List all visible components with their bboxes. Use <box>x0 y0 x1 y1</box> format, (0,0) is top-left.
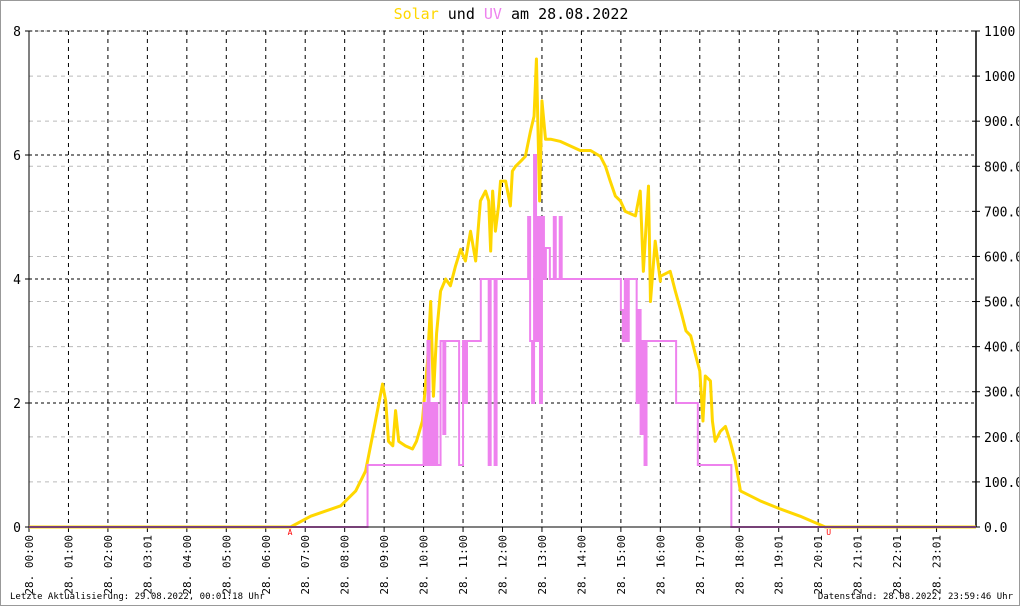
x-tick-label: 28. 00:00 <box>23 535 36 595</box>
right-tick-label: 800.0 <box>984 160 1020 175</box>
x-tick-label: 28. 19:01 <box>773 535 786 595</box>
right-tick-label: 400.0 <box>984 341 1020 356</box>
right-tick-label: 900.0 <box>984 115 1020 130</box>
right-tick-label: 200.0 <box>984 431 1020 446</box>
right-tick-label: 600.0 <box>984 250 1020 265</box>
x-tick-label: 28. 22:01 <box>891 535 904 595</box>
x-tick-label: 28. 14:00 <box>575 535 588 595</box>
x-tick-label: 28. 23:01 <box>931 535 944 595</box>
x-tick-label: 28. 09:00 <box>378 535 391 595</box>
x-tick-label: 28. 03:01 <box>141 535 154 595</box>
x-tick-label: 28. 11:00 <box>457 535 470 595</box>
right-tick-label: 1100 <box>984 25 1015 40</box>
x-tick-label: 28. 16:00 <box>654 535 667 595</box>
left-tick-label: 0 <box>13 521 21 536</box>
chart-window: Solar und UV am 28.08.2022 0.0 100.0 200.0… <box>0 0 1020 606</box>
right-tick-label: 1000 <box>984 70 1015 85</box>
left-tick-label: 6 <box>13 149 21 164</box>
data-timestamp: Datenstand: 28.08.2022, 23:59:46 Uhr <box>817 592 1013 602</box>
x-tick-label: 28. 15:00 <box>615 535 628 595</box>
x-tick-label: 28. 20:01 <box>812 535 825 595</box>
x-tick-label: 28. 07:00 <box>299 535 312 595</box>
right-tick-label: 700.0 <box>984 205 1020 220</box>
x-tick-label: 28. 02:00 <box>102 535 115 595</box>
last-update: Letzte Aktualisierung: 29.08.2022, 00:01… <box>10 592 265 602</box>
x-tick-label: 28. 21:01 <box>852 535 865 595</box>
x-tick-label: 28. 12:00 <box>497 535 510 595</box>
left-tick-label: 8 <box>13 25 21 40</box>
chart-svg: 0.0100.0200.0300.0400.0500.0600.0700.080… <box>13 25 1020 595</box>
x-tick-label: 28. 10:00 <box>418 535 431 595</box>
x-tick-label: 28. 13:00 <box>536 535 549 595</box>
x-tick-label: 28. 08:00 <box>339 535 352 595</box>
left-tick-label: 4 <box>13 273 21 288</box>
right-tick-label: 300.0 <box>984 386 1020 401</box>
x-tick-label: 28. 17:00 <box>694 535 707 595</box>
right-tick-label: 100.0 <box>984 476 1020 491</box>
sun-marker-u: U <box>826 528 831 537</box>
x-tick-label: 28. 05:00 <box>220 535 233 595</box>
x-tick-label: 28. 06:00 <box>260 535 273 595</box>
left-tick-label: 2 <box>13 397 21 412</box>
x-tick-label: 28. 04:00 <box>181 535 194 595</box>
x-tick-label: 28. 01:00 <box>62 535 75 595</box>
right-tick-label: 500.0 <box>984 296 1020 311</box>
x-tick-label: 28. 18:00 <box>733 535 746 595</box>
right-tick-label: 0.0 <box>984 521 1007 536</box>
sun-marker-a: A <box>288 528 293 537</box>
